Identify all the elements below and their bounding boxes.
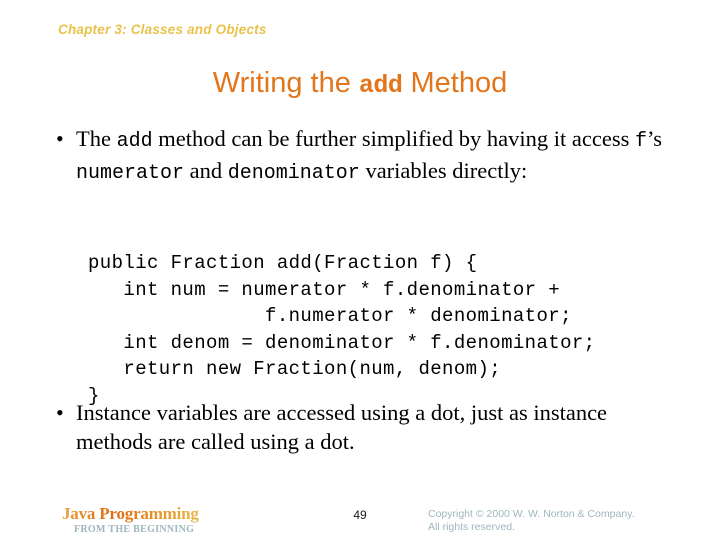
code-block: public Fraction add(Fraction f) { int nu…	[88, 252, 596, 407]
brand-subtitle: FROM THE BEGINNING	[74, 524, 195, 535]
inline-text: and	[184, 158, 228, 183]
inline-code: denominator	[227, 162, 360, 185]
page-number: 49	[353, 508, 367, 522]
inline-text: method can be further simplified by havi…	[152, 126, 635, 151]
inline-code: numerator	[76, 162, 185, 185]
chapter-header: Chapter 3: Classes and Objects	[58, 22, 267, 37]
copyright-line-2: All rights reserved.	[428, 521, 515, 533]
brand-title: Java Programming	[62, 504, 199, 523]
page-title-code-add: add	[358, 71, 403, 100]
copyright-line-1: Copyright © 2000 W. W. Norton & Company.	[428, 508, 635, 520]
inline-code: add	[116, 130, 153, 153]
inline-text: The	[76, 126, 117, 151]
copyright-notice: Copyright © 2000 W. W. Norton & Company.…	[428, 508, 635, 534]
footer-brand: Java Programming FROM THE BEGINNING	[62, 505, 199, 536]
bullet-item: • Instance variables are accessed using …	[48, 398, 678, 456]
bullet-item: • The add method can be further simplifi…	[48, 124, 668, 188]
page-title: Writing the add Method	[0, 67, 720, 100]
inline-text: Instance variables are accessed using a …	[76, 400, 608, 454]
page-title-prefix: Writing the	[212, 67, 359, 99]
bullet-marker: •	[56, 400, 64, 425]
bullet-marker: •	[56, 126, 64, 151]
inline-code: f	[634, 130, 647, 153]
inline-text: variables directly:	[359, 158, 528, 183]
bullet-text: The add method can be further simplified…	[76, 124, 668, 188]
page-title-suffix: Method	[402, 67, 508, 99]
slide-canvas: Chapter 3: Classes and Objects Writing t…	[0, 0, 720, 540]
inline-text: ’s	[647, 126, 663, 151]
bullet-text: Instance variables are accessed using a …	[76, 398, 678, 456]
